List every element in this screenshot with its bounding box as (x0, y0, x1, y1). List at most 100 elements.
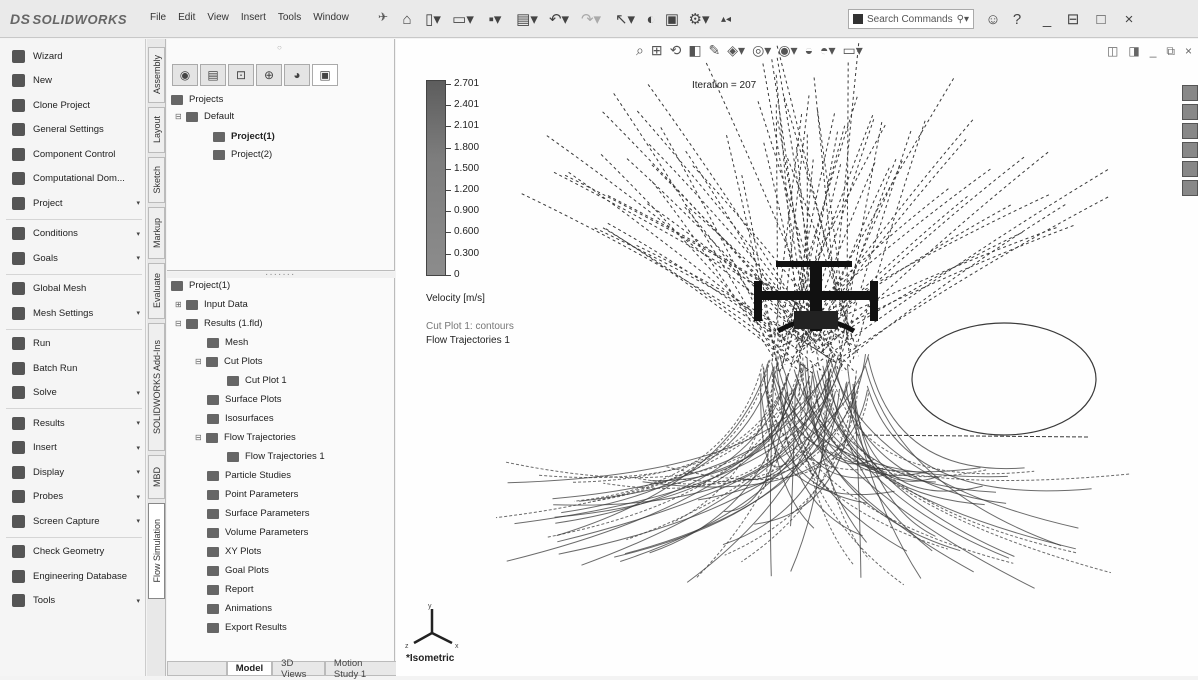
flow-simulation-tab-icon[interactable]: ▣ (312, 64, 338, 86)
command-insert[interactable]: Insert▾ (12, 437, 144, 459)
hide-show-items-icon[interactable]: ◉▾ (778, 42, 797, 59)
tree-report[interactable]: Report (207, 584, 254, 595)
property-manager-tab-icon[interactable]: ▤ (200, 64, 226, 86)
pin-icon[interactable]: ✈ (378, 10, 388, 24)
close-icon[interactable]: × (1118, 6, 1140, 32)
apply-scene-icon[interactable]: ◓▾ (820, 42, 835, 59)
tab-evaluate[interactable]: Evaluate (148, 263, 165, 319)
display-manager-tab-icon[interactable]: ◕ (284, 64, 310, 86)
tab-layout[interactable]: Layout (148, 107, 165, 153)
display-style-icon[interactable]: ◎▾ (752, 42, 771, 59)
tree-xy-plots[interactable]: XY Plots (207, 546, 261, 557)
tab-model[interactable]: Model (227, 661, 272, 676)
command-new[interactable]: New (12, 70, 144, 92)
collapse-toggle-icon[interactable]: ⊟ (175, 319, 183, 328)
tab-3d-views[interactable]: 3D Views (272, 661, 325, 676)
maximize-icon[interactable]: □ (1090, 6, 1112, 32)
command-goals[interactable]: Goals▾ (12, 247, 144, 269)
select-cursor-icon[interactable]: ↖▾ (610, 6, 640, 32)
tab-markup[interactable]: Markup (148, 207, 165, 259)
restore-icon[interactable]: ⊟ (1062, 6, 1084, 32)
command-component-control[interactable]: Component Control (12, 143, 144, 165)
command-wizard[interactable]: Wizard (12, 45, 144, 67)
custom-properties-icon[interactable] (1182, 180, 1198, 196)
dropdown-arrow-icon[interactable]: ▾ (136, 309, 140, 317)
file-explorer-icon[interactable] (1182, 123, 1198, 139)
zoom-area-icon[interactable]: ⊞ (651, 42, 663, 59)
tree-cut-plots[interactable]: ⊟Cut Plots (195, 356, 263, 367)
dropdown-arrow-icon[interactable]: ▾ (136, 389, 140, 397)
tree-results[interactable]: ⊟Results (1.fld) (175, 318, 263, 329)
solidworks-logo[interactable]: DSSOLIDWORKS (10, 11, 127, 27)
dropdown-arrow-icon[interactable]: ▾ (136, 199, 140, 207)
appearances-icon[interactable] (1182, 161, 1198, 177)
projects-root[interactable]: Projects (171, 94, 223, 105)
command-screen-capture[interactable]: Screen Capture▾ (12, 510, 144, 532)
command-display[interactable]: Display▾ (12, 461, 144, 483)
dropdown-arrow-icon[interactable]: ▾ (136, 517, 140, 525)
dropdown-arrow-icon[interactable]: ▾ (136, 468, 140, 476)
view-settings-icon[interactable]: ▭▾ (843, 42, 863, 59)
tab-mbd[interactable]: MBD (148, 455, 165, 499)
command-mesh-settings[interactable]: Mesh Settings▾ (12, 302, 144, 324)
panel-grip-icon[interactable]: ○ (277, 43, 282, 52)
dropdown-arrow-icon[interactable]: ▾ (136, 493, 140, 501)
command-global-mesh[interactable]: Global Mesh (12, 278, 144, 300)
tree-project-root[interactable]: Project(1) (171, 280, 230, 291)
config-default[interactable]: ⊟Default (175, 111, 234, 122)
view-palette-icon[interactable] (1182, 142, 1198, 158)
tree-export-results[interactable]: Export Results (207, 622, 287, 633)
configuration-manager-tab-icon[interactable]: ⊡ (228, 64, 254, 86)
tab-motion-study[interactable]: Motion Study 1 (325, 661, 398, 676)
project-item-1[interactable]: Project(1) (213, 131, 275, 142)
menu-window[interactable]: Window (313, 12, 349, 23)
command-clone-project[interactable]: Clone Project (12, 94, 144, 116)
tree-animations[interactable]: Animations (207, 603, 272, 614)
collapse-toggle-icon[interactable]: ⊟ (195, 433, 203, 442)
menu-view[interactable]: View (207, 12, 229, 23)
dropdown-arrow-icon[interactable]: ▾ (136, 254, 140, 262)
design-library-icon[interactable] (1182, 104, 1198, 120)
dynamic-annotation-icon[interactable]: ✎ (709, 42, 721, 59)
tree-isosurfaces[interactable]: Isosurfaces (207, 413, 274, 424)
command-engineering-database[interactable]: Engineering Database (12, 565, 144, 587)
command-computational-dom[interactable]: Computational Dom... (12, 168, 144, 190)
tab-scroll-icon[interactable] (167, 661, 227, 676)
search-commands-field[interactable]: Search Commands⚲▾ (848, 9, 974, 29)
tree-point-parameters[interactable]: Point Parameters (207, 489, 298, 500)
viewport-restore-icon[interactable]: ⧉ (1166, 44, 1175, 59)
tree-flow-trajectories[interactable]: ⊟Flow Trajectories (195, 432, 296, 443)
viewport-minimize-icon[interactable]: _ (1150, 44, 1157, 59)
file-properties-icon[interactable]: ▣ (662, 6, 682, 32)
tree-mesh[interactable]: Mesh (207, 337, 248, 348)
help-icon[interactable]: ? (1006, 6, 1028, 32)
menu-insert[interactable]: Insert (241, 12, 266, 23)
options-gear-icon[interactable]: ⚙▾ (684, 6, 714, 32)
split-icon[interactable]: ◨ (1128, 44, 1139, 59)
dropdown-arrow-icon[interactable]: ▾ (136, 419, 140, 427)
tree-volume-parameters[interactable]: Volume Parameters (207, 527, 308, 538)
minimize-icon[interactable]: _ (1036, 6, 1058, 32)
collapse-toggle-icon[interactable]: ⊟ (175, 112, 183, 121)
tree-input-data[interactable]: ⊞Input Data (175, 299, 248, 310)
viewport-close-icon[interactable]: × (1185, 44, 1192, 59)
command-solve[interactable]: Solve▾ (12, 382, 144, 404)
menu-tools[interactable]: Tools (278, 12, 301, 23)
expand-icon[interactable]: ▴◂ (716, 6, 736, 32)
dropdown-arrow-icon[interactable]: ▾ (136, 597, 140, 605)
command-probes[interactable]: Probes▾ (12, 486, 144, 508)
tree-particle-studies[interactable]: Particle Studies (207, 470, 291, 481)
expand-toggle-icon[interactable]: ⊞ (175, 300, 183, 309)
section-view-icon[interactable]: ◧ (688, 42, 701, 59)
graphics-viewport[interactable]: ⌕ ⊞ ⟲ ◧ ✎ ◈▾ ◎▾ ◉▾ ◒ ◓▾ ▭▾ ◫ ◨ _ ⧉ × 2.7… (396, 39, 1198, 676)
command-project[interactable]: Project▾ (12, 192, 144, 214)
dimxpert-tab-icon[interactable]: ⊕ (256, 64, 282, 86)
command-run[interactable]: Run (12, 333, 144, 355)
save-icon[interactable]: ▪▾ (480, 6, 510, 32)
home-icon[interactable]: ⌂ (396, 6, 418, 32)
tree-goal-plots[interactable]: Goal Plots (207, 565, 269, 576)
project-item-2[interactable]: Project(2) (213, 149, 272, 160)
dropdown-arrow-icon[interactable]: ▾ (136, 230, 140, 238)
tab-solidworks-addins[interactable]: SOLIDWORKS Add-Ins (148, 323, 165, 451)
print-icon[interactable]: ▤▾ (512, 6, 542, 32)
